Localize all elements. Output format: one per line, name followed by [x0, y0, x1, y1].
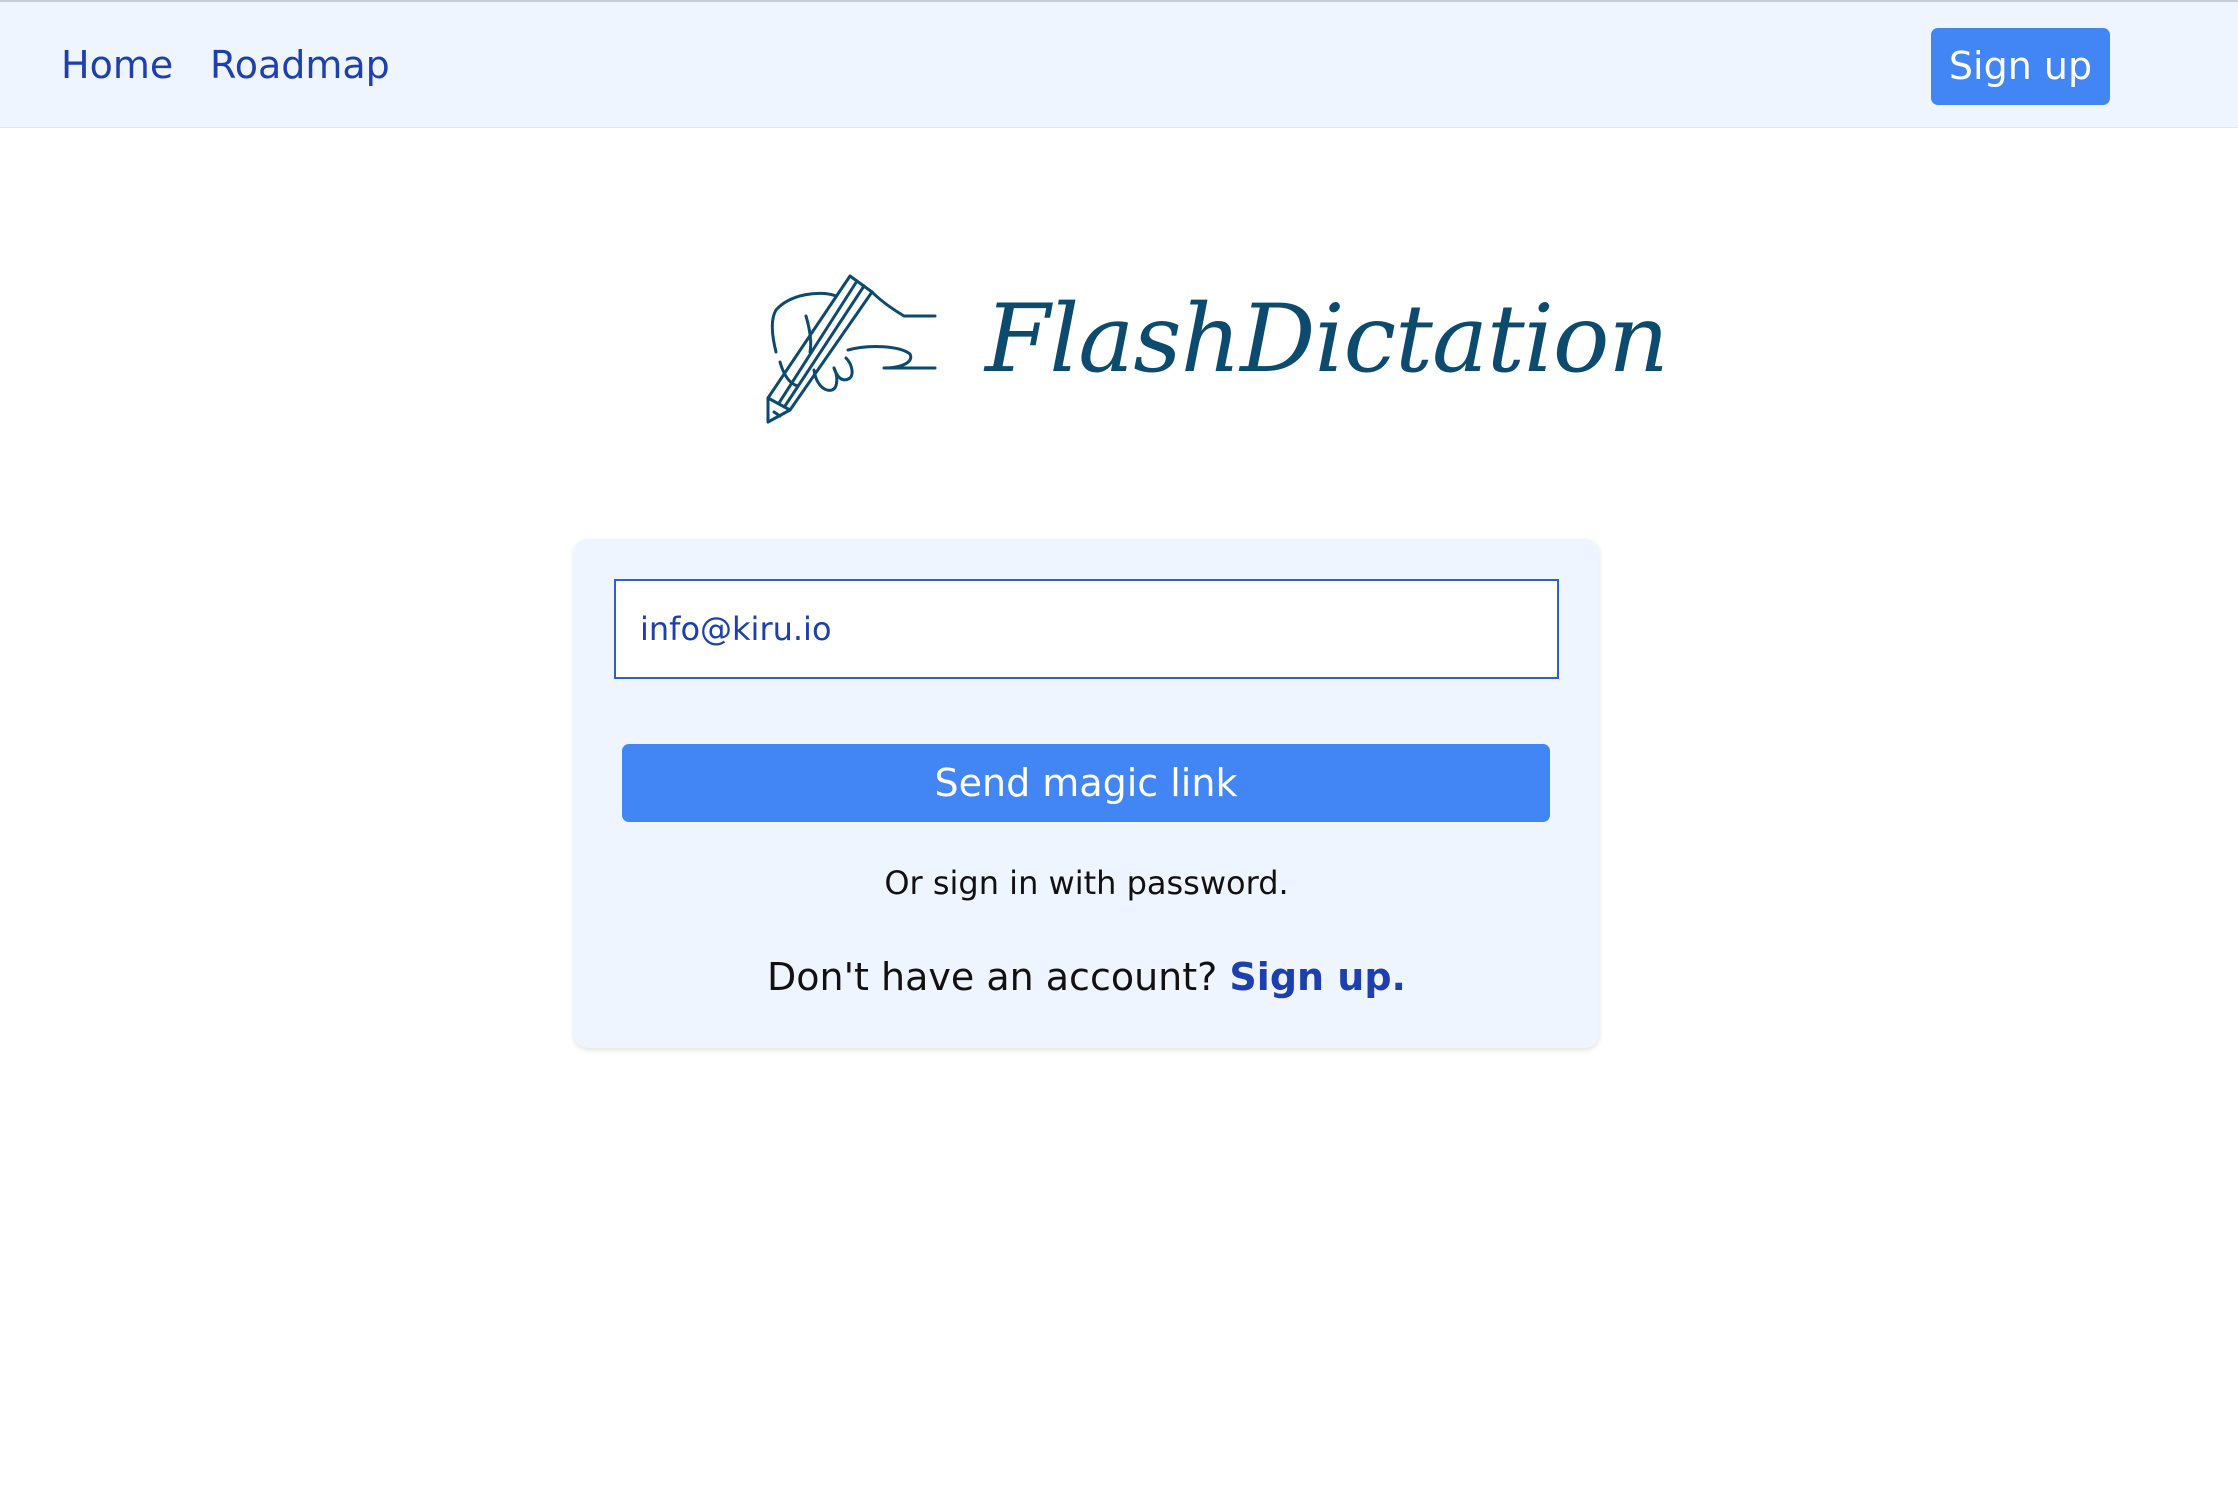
- signup-prompt: Don't have an account? Sign up.: [574, 949, 1599, 1005]
- sign-in-with-password-link[interactable]: Or sign in with password.: [574, 859, 1599, 907]
- login-card: Send magic link Or sign in with password…: [574, 539, 1599, 1048]
- nav-home-link[interactable]: Home: [61, 40, 173, 90]
- brand-logo: FlashDictation: [760, 272, 1669, 432]
- nav-roadmap-link[interactable]: Roadmap: [210, 40, 390, 90]
- brand-name: FlashDictation: [985, 285, 1669, 394]
- signup-link[interactable]: Sign up.: [1229, 955, 1406, 999]
- signup-prompt-text: Don't have an account?: [766, 955, 1218, 999]
- hand-writing-pencil-icon: [766, 274, 937, 424]
- send-magic-link-button[interactable]: Send magic link: [622, 744, 1550, 822]
- nav-signup-button[interactable]: Sign up: [1931, 28, 2110, 105]
- top-navbar: Home Roadmap Sign up: [0, 0, 2238, 128]
- email-field[interactable]: [614, 579, 1559, 679]
